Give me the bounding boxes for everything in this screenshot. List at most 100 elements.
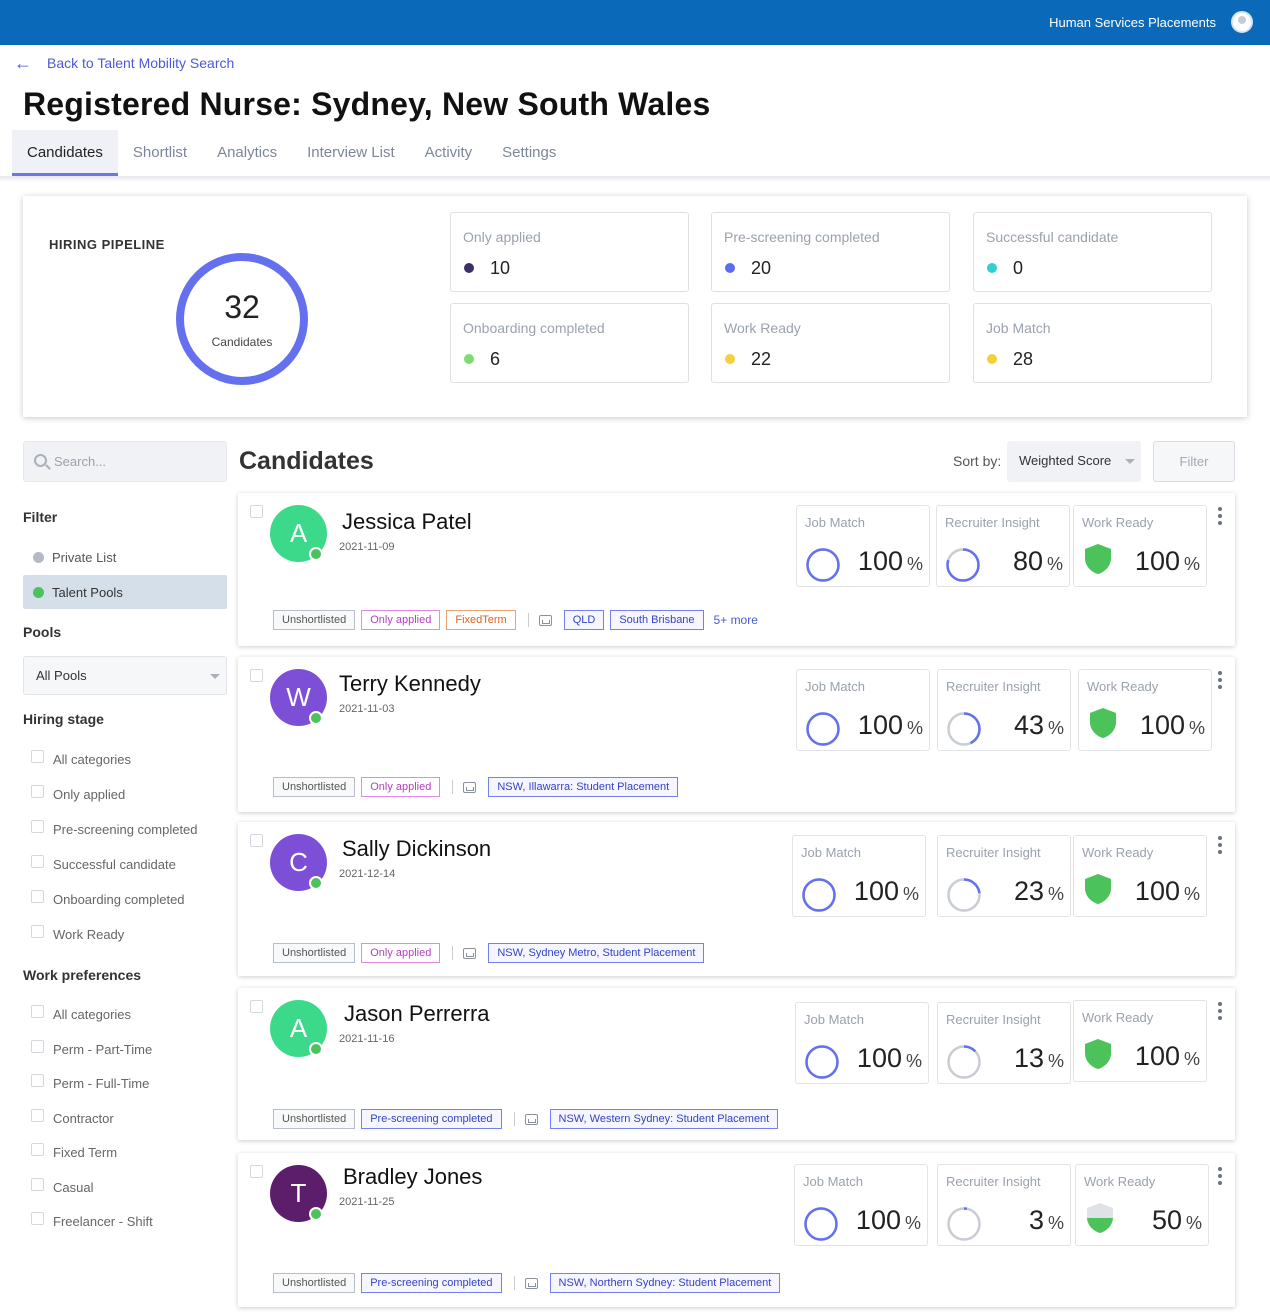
tag-divider bbox=[452, 946, 454, 960]
filter-talent-pools[interactable]: Talent Pools bbox=[23, 575, 227, 609]
job-match-label: Job Match bbox=[803, 1174, 863, 1189]
tab-interview-list[interactable]: Interview List bbox=[292, 130, 410, 176]
filter-private-list[interactable]: Private List bbox=[23, 540, 227, 574]
checkbox[interactable] bbox=[31, 785, 44, 798]
tab-analytics[interactable]: Analytics bbox=[202, 130, 292, 176]
score-ring-icon bbox=[946, 548, 980, 582]
candidate-tags: Unshortlisted Pre-screening completed NSW,… bbox=[273, 1273, 786, 1293]
more-options-icon[interactable] bbox=[1214, 836, 1226, 857]
hiring-stage-option[interactable]: Pre-screening completed bbox=[31, 820, 198, 837]
candidate-name[interactable]: Jessica Patel bbox=[342, 509, 472, 535]
work-ready-label: Work Ready bbox=[1082, 515, 1154, 530]
candidate-name[interactable]: Jason Perrerra bbox=[344, 1001, 490, 1027]
work-pref-option[interactable]: Casual bbox=[31, 1177, 93, 1195]
checkbox[interactable] bbox=[31, 855, 44, 868]
recruiter-insight-metric: Recruiter Insight 80% bbox=[936, 505, 1070, 587]
candidate-card[interactable]: W Terry Kennedy 2021-11-03 Job Match 100% Rec… bbox=[238, 657, 1235, 812]
recruiter-insight-number: 80 bbox=[1012, 546, 1043, 576]
checkbox[interactable] bbox=[31, 1039, 44, 1053]
candidate-card[interactable]: T Bradley Jones 2021-11-25 Job Match 100% Rec… bbox=[238, 1153, 1235, 1307]
pipeline-stat-title: Successful candidate bbox=[986, 229, 1119, 245]
user-avatar[interactable] bbox=[1231, 11, 1253, 33]
sort-select[interactable]: Weighted Score bbox=[1007, 441, 1141, 482]
job-match-value: 100% bbox=[858, 546, 923, 577]
checkbox[interactable] bbox=[31, 1212, 44, 1225]
work-pref-option[interactable]: All categories bbox=[31, 1005, 131, 1022]
hiring-stage-option[interactable]: Onboarding completed bbox=[31, 890, 185, 907]
more-tags-link[interactable]: 5+ more bbox=[714, 613, 758, 627]
checkbox[interactable] bbox=[31, 1143, 44, 1156]
job-match-value: 100% bbox=[857, 1043, 922, 1074]
more-options-icon[interactable] bbox=[1214, 1002, 1226, 1023]
more-options-icon[interactable] bbox=[1214, 507, 1226, 528]
candidate-card[interactable]: C Sally Dickinson 2021-12-14 Job Match 100% R… bbox=[238, 822, 1235, 976]
status-dot-icon bbox=[725, 354, 735, 364]
pools-heading: Pools bbox=[23, 624, 62, 640]
status-tag: Unshortlisted bbox=[273, 943, 356, 963]
candidate-checkbox[interactable] bbox=[250, 669, 263, 682]
work-ready-value: 100% bbox=[1135, 1041, 1200, 1072]
checkbox[interactable] bbox=[31, 750, 44, 763]
work-pref-option[interactable]: Fixed Term bbox=[31, 1143, 117, 1160]
candidate-checkbox[interactable] bbox=[250, 505, 263, 518]
score-ring-icon bbox=[947, 878, 981, 912]
status-tag: Pre-screening completed bbox=[361, 1273, 502, 1293]
candidate-card[interactable]: A Jessica Patel 2021-11-09 Job Match 100% Rec… bbox=[238, 493, 1235, 646]
filter-option-label: Private List bbox=[52, 549, 117, 565]
recruiter-insight-label: Recruiter Insight bbox=[945, 515, 1040, 530]
candidate-checkbox[interactable] bbox=[250, 834, 263, 847]
pipeline-stat-title: Work Ready bbox=[724, 320, 801, 336]
status-tag: Unshortlisted bbox=[273, 610, 356, 630]
recruiter-insight-metric: Recruiter Insight 23% bbox=[937, 835, 1071, 917]
checkbox[interactable] bbox=[31, 1074, 44, 1087]
hiring-stage-option[interactable]: Work Ready bbox=[31, 925, 124, 942]
checkbox[interactable] bbox=[31, 1177, 44, 1191]
job-match-label: Job Match bbox=[801, 845, 861, 860]
candidate-checkbox[interactable] bbox=[250, 1000, 263, 1013]
checkbox[interactable] bbox=[31, 820, 44, 833]
checkbox[interactable] bbox=[31, 1108, 44, 1122]
tab-candidates[interactable]: Candidates bbox=[12, 130, 118, 176]
candidate-checkbox[interactable] bbox=[250, 1165, 263, 1178]
checkbox[interactable] bbox=[31, 890, 44, 903]
hiring-stage-option[interactable]: All categories bbox=[31, 750, 131, 767]
more-options-icon[interactable] bbox=[1214, 671, 1226, 692]
checkbox[interactable] bbox=[31, 1005, 44, 1018]
recruiter-insight-label: Recruiter Insight bbox=[946, 845, 1041, 860]
candidate-card[interactable]: A Jason Perrerra 2021-11-16 Job Match 100% Re… bbox=[238, 988, 1235, 1140]
location-tag: NSW, Western Sydney: Student Placement bbox=[549, 1109, 779, 1129]
shield-icon bbox=[1090, 708, 1116, 738]
hiring-stage-heading: Hiring stage bbox=[23, 711, 104, 727]
location-tag: NSW, Illawarra: Student Placement bbox=[488, 777, 679, 797]
work-pref-option[interactable]: Perm - Full-Time bbox=[31, 1074, 149, 1091]
pools-select[interactable]: All Pools bbox=[23, 656, 227, 695]
work-pref-option[interactable]: Freelancer - Shift bbox=[31, 1212, 153, 1229]
candidate-name[interactable]: Bradley Jones bbox=[343, 1164, 482, 1190]
job-match-label: Job Match bbox=[805, 679, 865, 694]
score-ring-icon bbox=[806, 712, 840, 746]
recruiter-insight-label: Recruiter Insight bbox=[946, 679, 1041, 694]
work-pref-option[interactable]: Perm - Part-Time bbox=[31, 1039, 152, 1057]
job-match-number: 100 bbox=[855, 1205, 901, 1235]
recruiter-insight-label: Recruiter Insight bbox=[946, 1174, 1041, 1189]
filter-button[interactable]: Filter bbox=[1153, 441, 1235, 482]
hiring-stage-option[interactable]: Only applied bbox=[31, 785, 125, 802]
tab-bar: Candidates Shortlist Analytics Interview… bbox=[12, 130, 571, 176]
shield-icon bbox=[1085, 1039, 1111, 1069]
filter-option-label: Talent Pools bbox=[52, 584, 123, 600]
tag-divider bbox=[527, 613, 529, 627]
tab-settings[interactable]: Settings bbox=[487, 130, 571, 176]
hiring-stage-option[interactable]: Successful candidate bbox=[31, 855, 176, 872]
more-options-icon[interactable] bbox=[1214, 1167, 1226, 1188]
search-input[interactable] bbox=[54, 442, 224, 481]
checkbox[interactable] bbox=[31, 925, 44, 938]
candidate-name[interactable]: Sally Dickinson bbox=[342, 836, 491, 862]
back-link[interactable]: ← Back to Talent Mobility Search bbox=[14, 54, 234, 72]
job-match-metric: Job Match 100% bbox=[796, 669, 930, 751]
tab-shortlist[interactable]: Shortlist bbox=[118, 130, 202, 176]
work-pref-option[interactable]: Contractor bbox=[31, 1108, 114, 1126]
candidate-tags: Unshortlisted Pre-screening completed NSW,… bbox=[273, 1109, 784, 1129]
candidate-name[interactable]: Terry Kennedy bbox=[339, 671, 481, 697]
job-match-number: 100 bbox=[853, 876, 899, 906]
tab-activity[interactable]: Activity bbox=[410, 130, 488, 176]
